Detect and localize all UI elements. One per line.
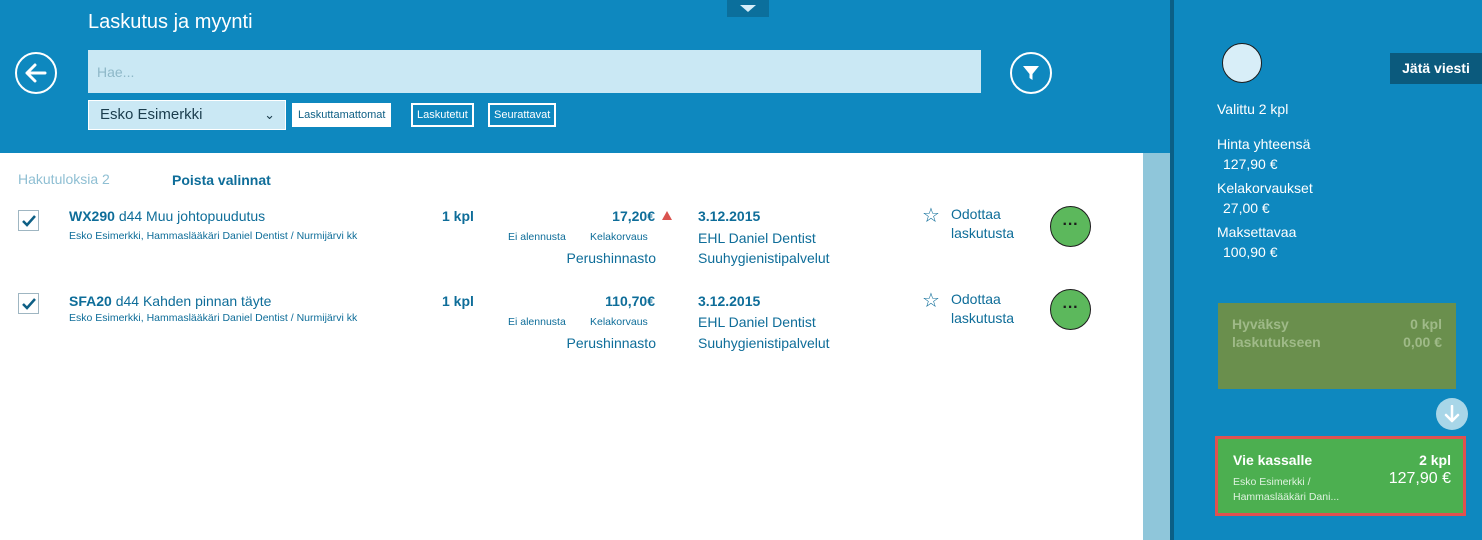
scrollbar[interactable] [1143, 153, 1170, 540]
avatar[interactable] [1222, 43, 1262, 83]
filter-button[interactable] [1010, 52, 1052, 94]
service-code: SFA20 d44 Kahden pinnan täyte [69, 293, 272, 309]
leave-message-button[interactable]: Jätä viesti [1390, 53, 1482, 84]
arrow-left-icon [25, 63, 47, 83]
payable-value: 100,90 € [1223, 244, 1278, 260]
service-code: WX290 d44 Muu johtopuudutus [69, 208, 266, 224]
move-down-button[interactable] [1436, 398, 1468, 430]
service-type: Suuhygienistipalvelut [698, 250, 830, 266]
star-icon[interactable]: ☆ [922, 206, 940, 226]
kela-label: Kelakorvaus [590, 316, 648, 328]
customer-select-value: Esko Esimerkki [100, 106, 203, 123]
dropdown-tab[interactable] [727, 0, 769, 17]
checkout-provider: Hammaslääkäri Dani... [1233, 491, 1340, 503]
status: Odottaa laskutusta [951, 291, 1015, 326]
status: Odottaa laskutusta [951, 206, 1015, 241]
selected-count: Valittu 2 kpl [1217, 101, 1289, 117]
filter-unbilled[interactable]: Laskuttamattomat [292, 103, 392, 127]
customer-select[interactable]: Esko Esimerkki ⌄ [88, 100, 286, 130]
row-checkbox[interactable] [18, 293, 39, 314]
kela-total-value: 27,00 € [1223, 200, 1270, 216]
funnel-icon [1023, 66, 1039, 80]
search-input[interactable] [88, 50, 981, 93]
date: 3.12.2015 [698, 293, 761, 309]
more-button[interactable]: ··· [1050, 206, 1091, 247]
warning-icon [662, 211, 672, 220]
checkout-total: 127,90 € [1388, 470, 1451, 487]
results-count: Hakutuloksia 2 [18, 171, 110, 187]
more-button[interactable]: ··· [1050, 289, 1091, 330]
checkmark-icon [21, 214, 36, 227]
approve-billing-button[interactable]: Hyväksy laskutukseen 0 kpl 0,00 € [1218, 303, 1456, 389]
checkout-customer: Esko Esimerkki / [1233, 476, 1311, 488]
provider: EHL Daniel Dentist [698, 230, 816, 246]
checkout-button[interactable]: Vie kassalle 2 kpl 127,90 € Esko Esimerk… [1215, 436, 1466, 516]
quantity: 1 kpl [442, 208, 474, 224]
back-button[interactable] [15, 52, 57, 94]
tariff: Perushinnasto [566, 335, 656, 351]
checkout-title: Vie kassalle [1233, 452, 1313, 468]
list-item[interactable]: SFA20 d44 Kahden pinnan täyte Esko Esime… [0, 285, 1140, 365]
star-icon[interactable]: ☆ [922, 291, 940, 311]
filter-billed[interactable]: Laskutetut [411, 103, 474, 127]
checkout-qty: 2 kpl [1419, 452, 1451, 468]
payable-label: Maksettavaa [1217, 224, 1297, 240]
patient-info: Esko Esimerkki, Hammaslääkäri Daniel Den… [69, 230, 358, 242]
tariff: Perushinnasto [566, 250, 656, 266]
list-item[interactable]: WX290 d44 Muu johtopuudutus Esko Esimerk… [0, 200, 1140, 280]
app-header: Laskutus ja myynti Esko Esimerkki ⌄ Lask… [0, 0, 1170, 153]
discount-label: Ei alennusta [508, 316, 566, 328]
arrow-down-icon [1444, 405, 1460, 423]
row-checkbox[interactable] [18, 210, 39, 231]
provider: EHL Daniel Dentist [698, 314, 816, 330]
price: 17,20€ [612, 208, 655, 224]
approve-qty: 0 kpl [1410, 316, 1442, 332]
kela-label: Kelakorvaus [590, 231, 648, 243]
filter-followed[interactable]: Seurattavat [488, 103, 557, 127]
quantity: 1 kpl [442, 293, 474, 309]
approve-amount: 0,00 € [1403, 334, 1442, 350]
date: 3.12.2015 [698, 208, 761, 224]
clear-selection-link[interactable]: Poista valinnat [172, 172, 271, 188]
summary-panel: Jätä viesti Valittu 2 kpl Hinta yhteensä… [1174, 0, 1482, 540]
page-title: Laskutus ja myynti [88, 11, 253, 33]
checkmark-icon [21, 297, 36, 310]
kela-total-label: Kelakorvaukset [1217, 180, 1313, 196]
patient-info: Esko Esimerkki, Hammaslääkäri Daniel Den… [69, 312, 358, 324]
total-value: 127,90 € [1223, 156, 1278, 172]
total-label: Hinta yhteensä [1217, 136, 1311, 152]
discount-label: Ei alennusta [508, 231, 566, 243]
approve-label: Hyväksy [1232, 316, 1289, 332]
price: 110,70€ [605, 293, 655, 309]
service-type: Suuhygienistipalvelut [698, 335, 830, 351]
approve-label-2: laskutukseen [1232, 334, 1321, 350]
chevron-down-icon: ⌄ [264, 107, 275, 122]
